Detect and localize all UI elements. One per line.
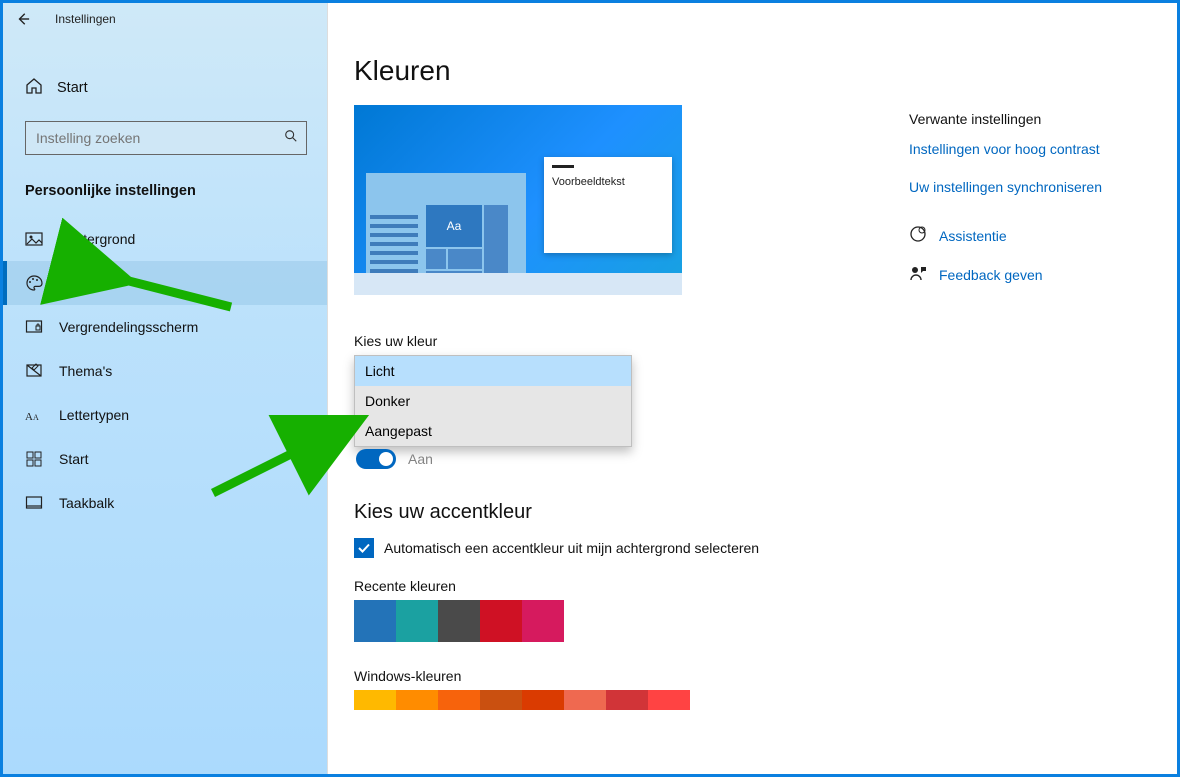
- sidebar-item-label: Kleuren: [59, 275, 107, 291]
- sidebar-item-label: Lettertypen: [59, 407, 129, 423]
- sidebar-item-start[interactable]: Start: [3, 437, 327, 481]
- svg-text:A: A: [33, 413, 39, 422]
- page-title: Kleuren: [354, 55, 1177, 87]
- sidebar-item-lockscreen[interactable]: Vergrendelingsscherm: [3, 305, 327, 349]
- color-swatch[interactable]: [564, 690, 606, 710]
- color-swatch[interactable]: [396, 690, 438, 710]
- link-high-contrast[interactable]: Instellingen voor hoog contrast: [909, 141, 1149, 157]
- taskbar-icon: [25, 494, 43, 512]
- picture-icon: [25, 230, 43, 248]
- help-icon: [909, 225, 927, 246]
- toggle-label: Aan: [408, 451, 433, 467]
- fonts-icon: AA: [25, 406, 43, 424]
- color-swatch[interactable]: [354, 690, 396, 710]
- themes-icon: [25, 362, 43, 380]
- color-swatch[interactable]: [396, 600, 438, 642]
- color-swatch[interactable]: [648, 690, 690, 710]
- link-label: Assistentie: [939, 228, 1007, 244]
- color-swatch[interactable]: [354, 600, 396, 642]
- auto-accent-label: Automatisch een accentkleur uit mijn ach…: [384, 540, 759, 556]
- lockscreen-icon: [25, 318, 43, 336]
- recent-colors-row: [354, 600, 1177, 642]
- windows-colors-label: Windows-kleuren: [354, 668, 1177, 684]
- link-feedback[interactable]: Feedback geven: [909, 264, 1149, 285]
- aside-heading: Verwante instellingen: [909, 111, 1149, 127]
- window-title: Instellingen: [55, 12, 116, 26]
- svg-text:A: A: [25, 411, 33, 423]
- sidebar-item-fonts[interactable]: AA Lettertypen: [3, 393, 327, 437]
- palette-icon: [25, 274, 43, 292]
- link-sync-settings[interactable]: Uw instellingen synchroniseren: [909, 179, 1149, 195]
- link-assistance[interactable]: Assistentie: [909, 225, 1149, 246]
- sidebar-item-label: Taakbalk: [59, 495, 114, 511]
- color-swatch[interactable]: [480, 600, 522, 642]
- recent-colors-label: Recente kleuren: [354, 578, 1177, 594]
- preview-window-text: Voorbeeldtekst: [552, 176, 625, 188]
- start-icon: [25, 450, 43, 468]
- search-input-wrap[interactable]: [25, 121, 307, 155]
- preview-tile-text: Aa: [426, 205, 482, 247]
- color-preview: Aa Voorbeeldtekst: [354, 105, 682, 295]
- pick-color-label: Kies uw kleur: [354, 333, 1177, 349]
- transparency-toggle[interactable]: [356, 449, 396, 469]
- dropdown-option-light[interactable]: Licht: [355, 356, 631, 386]
- sidebar-item-taskbar[interactable]: Taakbalk: [3, 481, 327, 525]
- color-swatch[interactable]: [438, 600, 480, 642]
- color-mode-dropdown[interactable]: Licht Donker Aangepast: [354, 355, 632, 447]
- sidebar-item-label: Start: [59, 451, 89, 467]
- sidebar-item-background[interactable]: Achtergrond: [3, 217, 327, 261]
- windows-colors-row: [354, 690, 1177, 710]
- related-settings-aside: Verwante instellingen Instellingen voor …: [909, 111, 1149, 303]
- home-icon: [25, 77, 43, 99]
- nav-home[interactable]: Start: [3, 69, 327, 107]
- accent-heading: Kies uw accentkleur: [354, 501, 1177, 524]
- auto-accent-checkbox-row[interactable]: Automatisch een accentkleur uit mijn ach…: [354, 538, 1177, 558]
- color-swatch[interactable]: [606, 690, 648, 710]
- search-input[interactable]: [34, 129, 284, 147]
- checkbox-checked-icon: [354, 538, 374, 558]
- color-swatch[interactable]: [522, 600, 564, 642]
- color-swatch[interactable]: [522, 690, 564, 710]
- feedback-icon: [909, 264, 927, 285]
- sidebar-item-label: Achtergrond: [59, 231, 135, 247]
- sidebar: Instellingen Start Persoonlijke instelli…: [3, 3, 328, 774]
- sidebar-item-label: Vergrendelingsscherm: [59, 319, 198, 335]
- back-button[interactable]: [9, 5, 37, 33]
- dropdown-option-custom[interactable]: Aangepast: [355, 416, 631, 446]
- color-swatch[interactable]: [480, 690, 522, 710]
- sidebar-item-colors[interactable]: Kleuren: [3, 261, 327, 305]
- sidebar-heading: Persoonlijke instellingen: [25, 183, 327, 199]
- sidebar-item-themes[interactable]: Thema's: [3, 349, 327, 393]
- link-label: Feedback geven: [939, 267, 1043, 283]
- sidebar-item-label: Thema's: [59, 363, 112, 379]
- search-icon: [284, 129, 298, 148]
- color-swatch[interactable]: [438, 690, 480, 710]
- dropdown-option-dark[interactable]: Donker: [355, 386, 631, 416]
- nav-home-label: Start: [57, 80, 88, 96]
